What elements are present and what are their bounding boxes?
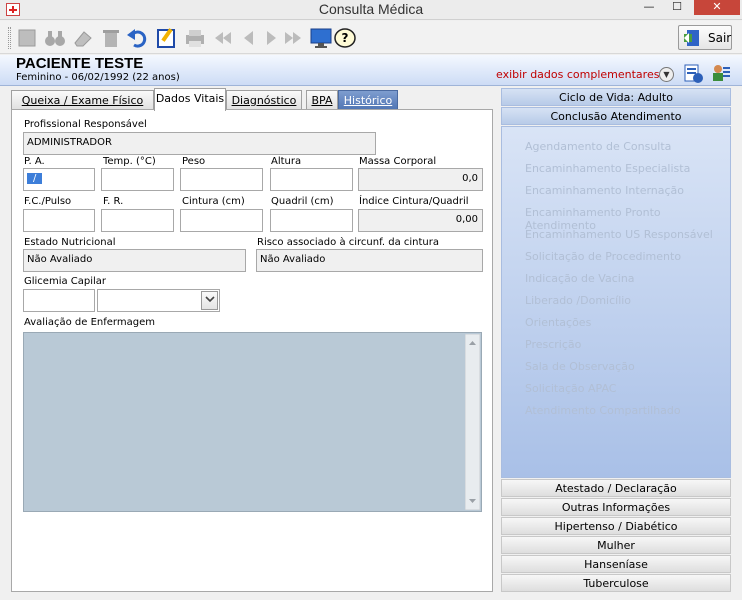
- estado-label: Estado Nutricional: [24, 237, 116, 248]
- list-item[interactable]: Orientações: [525, 316, 591, 329]
- expand-chevron-icon[interactable]: ▼: [659, 67, 674, 82]
- side-panel: Ciclo de Vida: Adulto Conclusão Atendime…: [501, 88, 731, 593]
- list-item[interactable]: Encaminhamento Internação: [525, 184, 684, 197]
- fc-label: F.C./Pulso: [24, 196, 72, 207]
- mulher-bar[interactable]: Mulher: [501, 536, 731, 554]
- list-item[interactable]: Prescrição: [525, 338, 581, 351]
- binoculars-icon[interactable]: [44, 27, 66, 49]
- fc-field[interactable]: [23, 209, 95, 232]
- new-icon[interactable]: [16, 27, 38, 49]
- tab-queixa[interactable]: Queixa / Exame Físico: [11, 90, 154, 110]
- sair-label: Sair: [708, 30, 732, 45]
- ciclo-vida-bar[interactable]: Ciclo de Vida: Adulto: [501, 88, 731, 106]
- help-glyph: ?: [342, 31, 349, 45]
- massa-label: Massa Corporal: [359, 156, 437, 167]
- maximize-button[interactable]: ☐: [664, 0, 690, 15]
- list-item[interactable]: Encaminhamento US Responsável: [525, 228, 713, 241]
- close-button[interactable]: ✕: [694, 0, 740, 15]
- dados-vitais-panel: Profissional Responsável ADMINISTRADOR P…: [11, 109, 493, 592]
- glicemia-field[interactable]: [23, 289, 95, 312]
- undo-icon[interactable]: [126, 27, 148, 49]
- eraser-icon[interactable]: [72, 27, 94, 49]
- outras-informacoes-bar[interactable]: Outras Informações: [501, 498, 731, 516]
- cintura-label: Cintura (cm): [182, 196, 245, 207]
- pa-value: /: [27, 173, 43, 184]
- next-record-icon[interactable]: [260, 27, 282, 49]
- indice-field[interactable]: 0,00: [358, 209, 483, 232]
- list-item[interactable]: Solicitação APAC: [525, 382, 616, 395]
- profissional-field[interactable]: ADMINISTRADOR: [23, 132, 376, 155]
- consulta-window: Consulta Médica — ☐ ✕ ? Sair PACIENTE TE…: [0, 0, 742, 600]
- massa-field[interactable]: 0,0: [358, 168, 483, 191]
- tab-diagnostico-label: Diagnóstico: [231, 94, 297, 107]
- quadril-field[interactable]: [270, 209, 353, 232]
- tab-dados-vitais[interactable]: Dados Vitais: [154, 88, 226, 111]
- exibir-dados-link[interactable]: exibir dados complementares...: [496, 68, 670, 81]
- exit-door-icon: [683, 29, 703, 47]
- list-item[interactable]: Agendamento de Consulta: [525, 140, 671, 153]
- previous-record-icon[interactable]: [238, 27, 260, 49]
- toolbar: ? Sair: [0, 21, 742, 54]
- tab-dados-vitais-label: Dados Vitais: [155, 92, 225, 105]
- conclusao-bar[interactable]: Conclusão Atendimento: [501, 107, 731, 125]
- print-icon[interactable]: [184, 27, 206, 49]
- list-item[interactable]: Sala de Observação: [525, 360, 635, 373]
- indice-label: Índice Cintura/Quadril: [359, 196, 469, 207]
- temp-field[interactable]: [101, 168, 174, 191]
- estado-field[interactable]: Não Avaliado: [23, 249, 246, 272]
- profissional-label: Profissional Responsável: [24, 119, 147, 130]
- list-item[interactable]: Atendimento Compartilhado: [525, 404, 681, 417]
- fr-field[interactable]: [101, 209, 174, 232]
- tab-bpa-label: BPA: [311, 94, 333, 107]
- patient-name: PACIENTE TESTE: [16, 55, 144, 72]
- list-item[interactable]: Solicitação de Procedimento: [525, 250, 681, 263]
- chevron-down-icon[interactable]: [201, 291, 218, 310]
- textarea-scrollbar[interactable]: [464, 333, 481, 511]
- altura-field[interactable]: [270, 168, 353, 191]
- edit-note-icon[interactable]: [156, 27, 178, 49]
- user-card-icon[interactable]: [711, 63, 731, 83]
- window-title: Consulta Médica: [318, 1, 424, 17]
- avaliacao-label: Avaliação de Enfermagem: [24, 317, 155, 328]
- peso-label: Peso: [182, 156, 206, 167]
- patient-header: PACIENTE TESTE Feminino - 06/02/1992 (22…: [0, 55, 742, 86]
- help-icon[interactable]: ?: [334, 27, 356, 49]
- risco-label: Risco associado à circunf. da cintura: [257, 237, 440, 248]
- conclusao-options: Agendamento de Consulta Encaminhamento E…: [501, 126, 731, 478]
- first-record-icon[interactable]: [212, 27, 234, 49]
- peso-field[interactable]: [180, 168, 263, 191]
- last-record-icon[interactable]: [282, 27, 304, 49]
- tuberculose-bar[interactable]: Tuberculose: [501, 574, 731, 592]
- document-shield-icon[interactable]: [683, 63, 703, 83]
- list-item[interactable]: Indicação de Vacina: [525, 272, 635, 285]
- sair-button[interactable]: Sair: [678, 25, 732, 50]
- minimize-button[interactable]: —: [636, 0, 662, 15]
- tab-historico-label: Histórico: [343, 94, 393, 107]
- risco-field[interactable]: Não Avaliado: [256, 249, 483, 272]
- trash-icon[interactable]: [100, 27, 122, 49]
- list-item[interactable]: Encaminhamento Especialista: [525, 162, 690, 175]
- tab-diagnostico[interactable]: Diagnóstico: [226, 90, 302, 110]
- glicemia-label: Glicemia Capilar: [24, 276, 107, 287]
- title-bar: Consulta Médica — ☐ ✕: [0, 0, 742, 20]
- list-item[interactable]: Liberado /Domicílio: [525, 294, 631, 307]
- tab-bpa[interactable]: BPA: [306, 90, 338, 110]
- quadril-label: Quadril (cm): [271, 196, 334, 207]
- fr-label: F. R.: [103, 196, 124, 207]
- pa-field[interactable]: /: [23, 168, 95, 191]
- monitor-icon[interactable]: [310, 27, 332, 49]
- atestado-bar[interactable]: Atestado / Declaração: [501, 479, 731, 497]
- cintura-field[interactable]: [180, 209, 263, 232]
- glicemia-select[interactable]: [97, 289, 220, 312]
- temp-label: Temp. (°C): [103, 156, 156, 167]
- patient-info: Feminino - 06/02/1992 (22 anos): [16, 72, 180, 83]
- pa-label: P. A.: [24, 156, 45, 167]
- hipertenso-bar[interactable]: Hipertenso / Diabético: [501, 517, 731, 535]
- hanseniase-bar[interactable]: Hanseníase: [501, 555, 731, 573]
- altura-label: Altura: [271, 156, 302, 167]
- toolbar-grip: [8, 27, 11, 49]
- avaliacao-textarea[interactable]: [23, 332, 482, 512]
- tab-historico[interactable]: Histórico: [338, 90, 398, 110]
- tab-queixa-label: Queixa / Exame Físico: [21, 94, 144, 107]
